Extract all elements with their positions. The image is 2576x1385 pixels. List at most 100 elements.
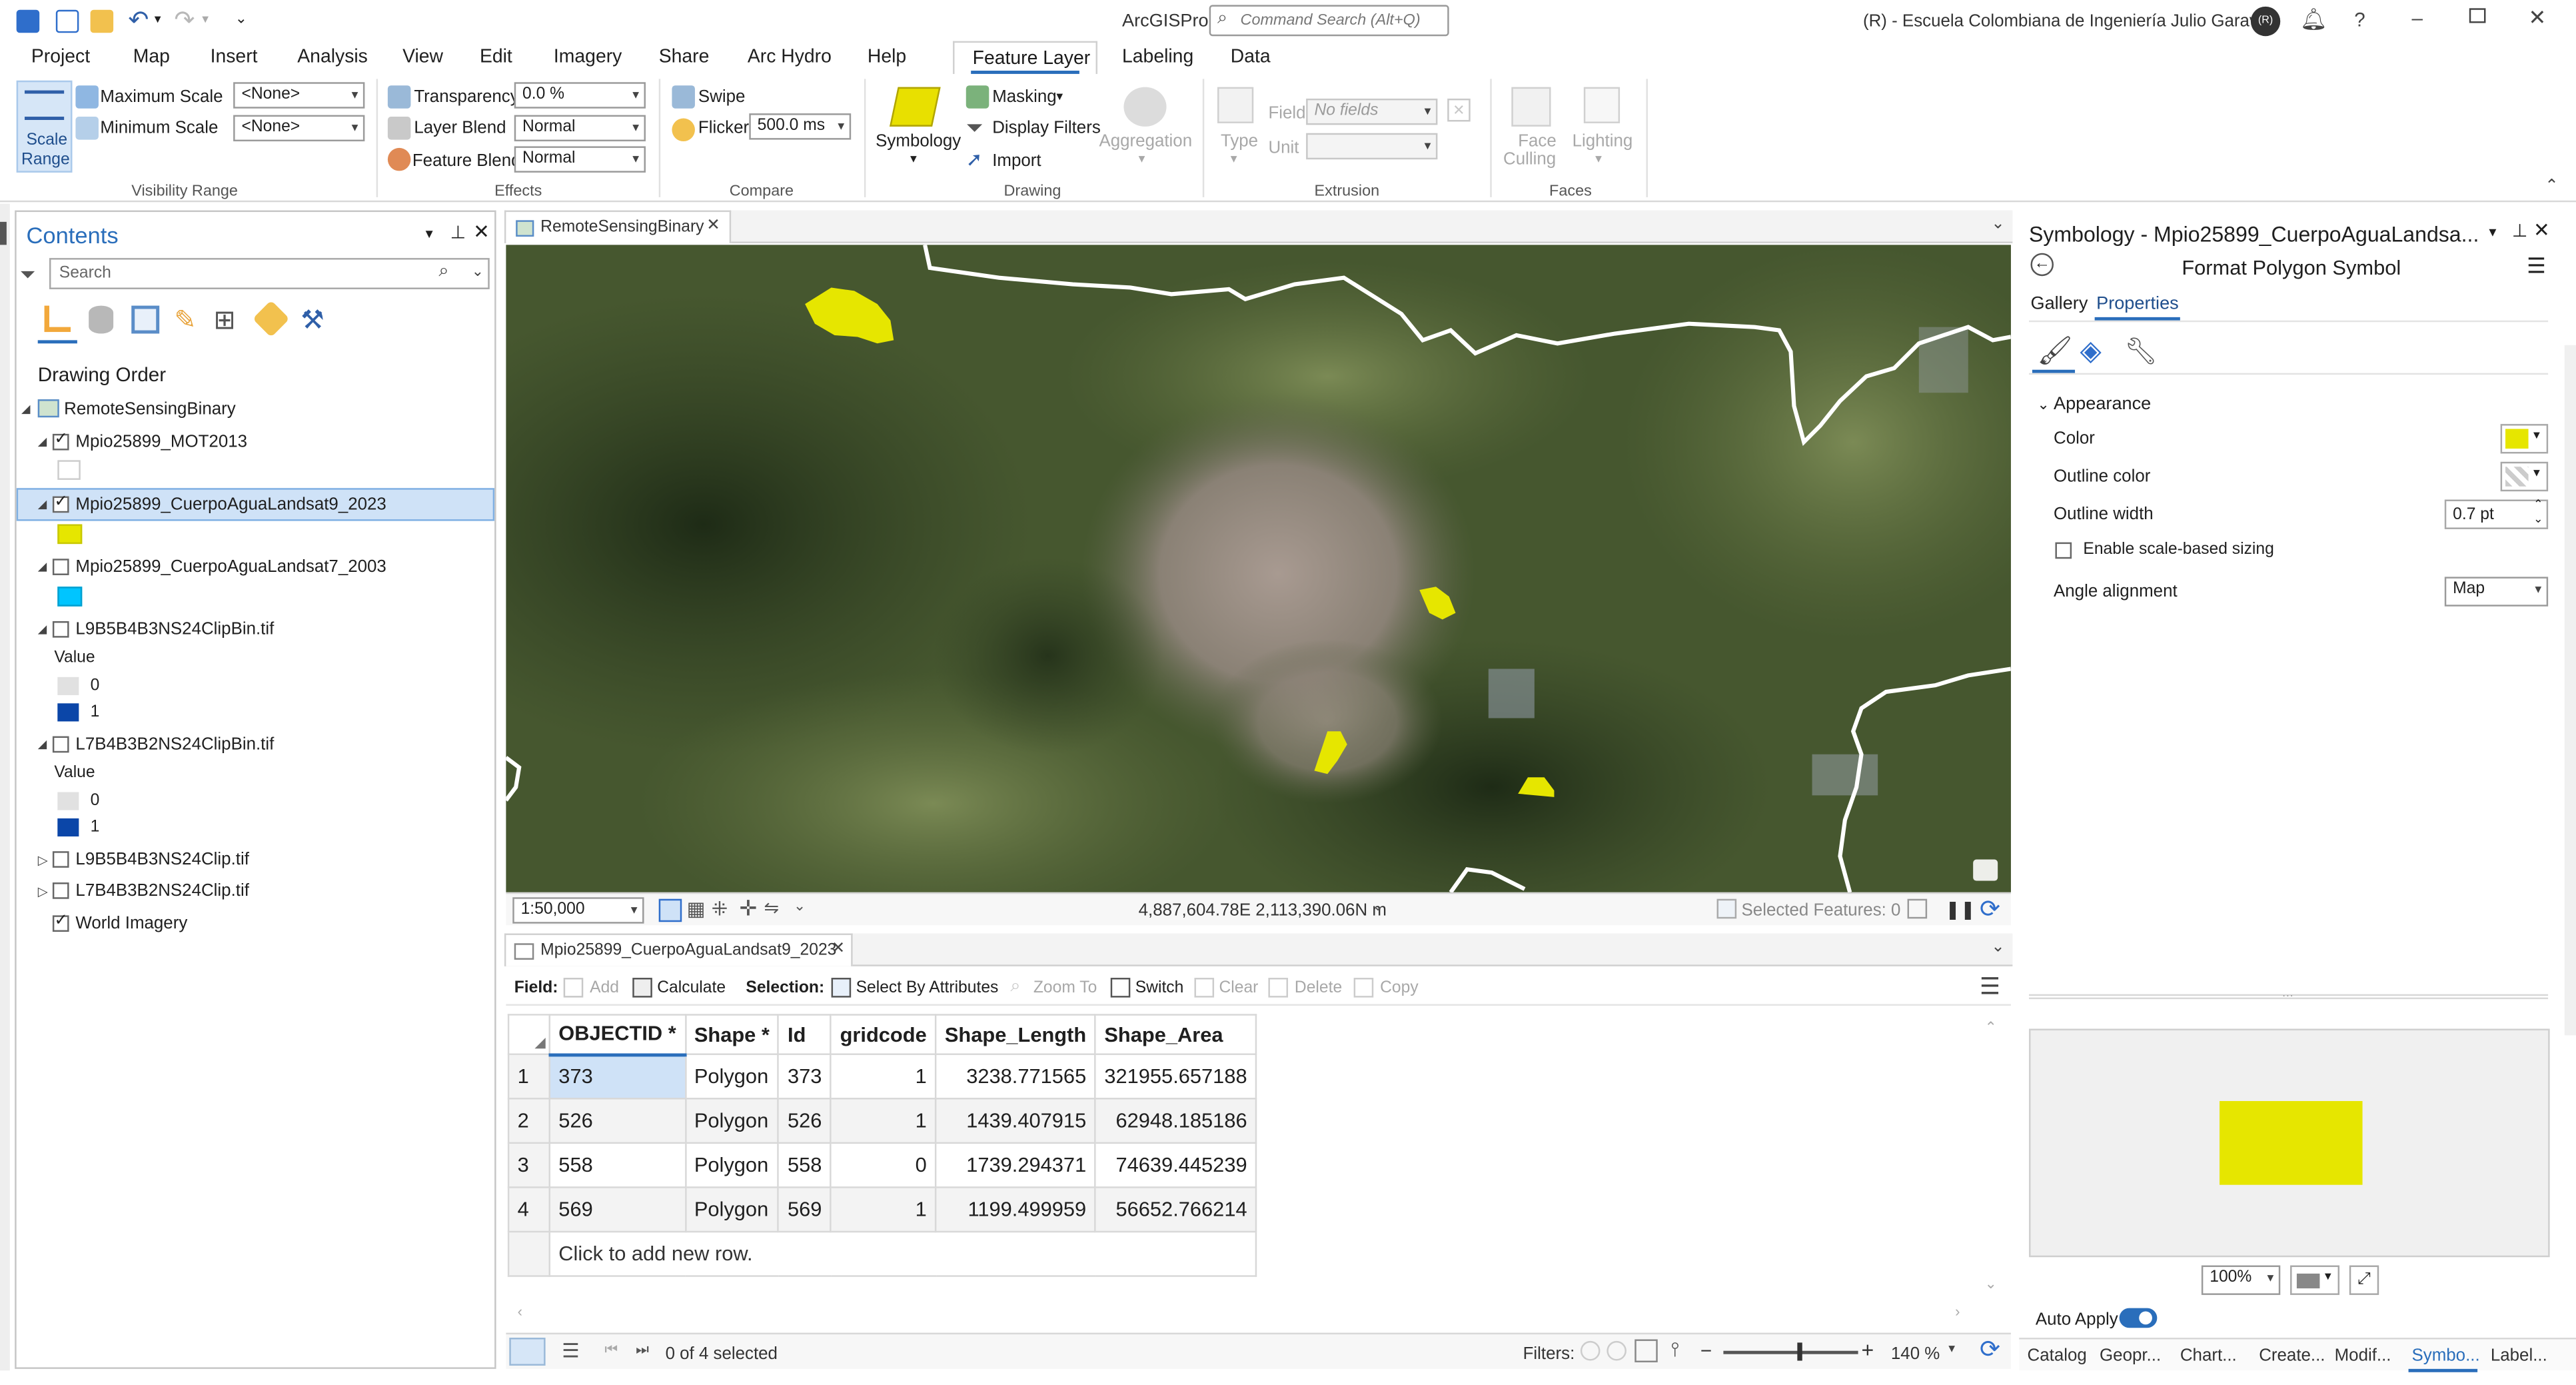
- swipe-label[interactable]: Swipe: [698, 87, 746, 107]
- tab-feature-layer-active[interactable]: Feature Layer: [953, 41, 1098, 76]
- outline-color-picker[interactable]: ▾: [2500, 461, 2549, 492]
- help-icon[interactable]: ?: [2354, 8, 2365, 31]
- display-filters-label[interactable]: Display Filters: [992, 119, 1101, 139]
- stepper-down-icon[interactable]: ⌄: [2533, 513, 2543, 526]
- back-arrow-icon[interactable]: ←: [2030, 253, 2054, 277]
- tab-gallery[interactable]: Gallery: [2030, 294, 2088, 314]
- column-header[interactable]: Id: [778, 1014, 832, 1055]
- navigation-icon[interactable]: ✛: [740, 896, 758, 922]
- chevron-down-icon[interactable]: ⌄: [794, 897, 806, 915]
- select-by-attributes-icon[interactable]: [831, 978, 852, 998]
- refresh-icon[interactable]: ⟳: [1980, 894, 2000, 924]
- map-tips-icon[interactable]: [1973, 859, 1998, 881]
- collapse-triangle-icon[interactable]: ◢: [38, 561, 47, 573]
- collapse-triangle-icon[interactable]: ◢: [38, 435, 47, 449]
- row-number[interactable]: 2: [507, 1098, 550, 1144]
- fixed-zoom-icon[interactable]: [658, 898, 682, 922]
- layer-visibility-checkbox[interactable]: [52, 736, 69, 753]
- collapse-triangle-icon[interactable]: ◢: [21, 403, 30, 416]
- close-icon[interactable]: ✕: [473, 220, 490, 243]
- list-by-editing-icon[interactable]: ✎: [174, 304, 196, 337]
- zoom-in-icon[interactable]: +: [1862, 1338, 1874, 1362]
- list-by-snapping-icon[interactable]: ⊞: [214, 304, 236, 337]
- table-cell[interactable]: Polygon: [684, 1098, 780, 1144]
- show-selected-records-icon[interactable]: ☰: [562, 1339, 580, 1362]
- scroll-down-icon[interactable]: ⌄: [1984, 1275, 1997, 1293]
- scroll-right-icon[interactable]: ›: [1955, 1303, 1960, 1320]
- calculate-icon[interactable]: [632, 978, 652, 998]
- color-picker[interactable]: ▾: [2500, 424, 2549, 454]
- show-all-records-icon[interactable]: [509, 1337, 546, 1366]
- undo-dropdown-icon[interactable]: ▾: [155, 11, 161, 26]
- new-project-icon[interactable]: [55, 9, 79, 33]
- enable-scale-sizing-checkbox[interactable]: [2055, 542, 2072, 559]
- tab-label-class[interactable]: Label...: [2491, 1346, 2547, 1366]
- tab-catalog[interactable]: Catalog: [2028, 1346, 2087, 1366]
- table-cell[interactable]: 558: [778, 1142, 832, 1188]
- tab-arc-hydro[interactable]: Arc Hydro: [748, 48, 832, 68]
- tab-modify-features[interactable]: Modif...: [2335, 1346, 2391, 1366]
- preview-background-picker[interactable]: ▾: [2290, 1265, 2340, 1295]
- table-cell[interactable]: 56652.766214: [1094, 1186, 1257, 1233]
- map-scale-dropdown[interactable]: 1:50,000: [512, 897, 644, 924]
- legend-swatch-empty[interactable]: [57, 460, 81, 480]
- layer-visibility-checkbox[interactable]: [52, 851, 69, 868]
- refresh-icon[interactable]: ⟳: [1980, 1334, 2000, 1364]
- table-cell[interactable]: 1: [830, 1098, 937, 1144]
- zoom-slider-thumb[interactable]: [1797, 1342, 1802, 1361]
- layer-name[interactable]: L9B5B4B3NS24Clip.tif: [75, 850, 249, 870]
- pane-options-icon[interactable]: ▾: [426, 225, 433, 243]
- select-by-attributes-button[interactable]: Select By Attributes: [856, 979, 999, 997]
- pin-icon[interactable]: ⊥: [450, 222, 466, 243]
- filter-table-icon[interactable]: [1634, 1339, 1658, 1362]
- close-icon[interactable]: ✕: [832, 940, 846, 958]
- tab-labeling[interactable]: Labeling: [1122, 48, 1193, 68]
- table-cell[interactable]: 1199.499959: [935, 1186, 1097, 1233]
- scale-range-button[interactable]: Scale Range: [16, 80, 73, 173]
- angle-alignment-dropdown[interactable]: Map: [2444, 577, 2549, 607]
- table-row[interactable]: 4 569 Polygon 569 1 1199.499959 56652.76…: [507, 1186, 1257, 1233]
- customize-toolbar-icon[interactable]: ⌄: [235, 10, 248, 28]
- masking-dropdown-icon[interactable]: ▾: [1056, 89, 1063, 103]
- list-by-selection-icon[interactable]: [131, 305, 160, 334]
- legend-swatch-yellow[interactable]: [57, 524, 83, 545]
- table-cell[interactable]: 1: [830, 1186, 937, 1233]
- display-filters-icon[interactable]: ⏷: [966, 115, 983, 141]
- tab-edit[interactable]: Edit: [480, 48, 512, 68]
- layer-visibility-checkbox[interactable]: [52, 493, 69, 513]
- map-canvas[interactable]: [506, 245, 2011, 892]
- maximum-scale-dropdown[interactable]: <None>: [233, 82, 365, 109]
- tab-map[interactable]: Map: [133, 48, 170, 68]
- column-header[interactable]: gridcode: [830, 1014, 937, 1055]
- table-cell[interactable]: 1439.407915: [935, 1098, 1097, 1144]
- coordinate-format-chevron-icon[interactable]: ⌄: [1372, 897, 1385, 915]
- layer-name[interactable]: L7B4B3B2NS24Clip.tif: [75, 881, 249, 901]
- add-row[interactable]: Click to add new row.: [507, 1230, 1257, 1277]
- table-cell[interactable]: 373: [778, 1053, 832, 1100]
- tab-symbology[interactable]: Symbo...: [2412, 1346, 2480, 1366]
- swipe-icon[interactable]: [672, 85, 695, 109]
- column-header[interactable]: OBJECTID *: [548, 1014, 686, 1056]
- import-icon[interactable]: ➚: [966, 148, 983, 171]
- layer-visibility-checkbox[interactable]: [52, 621, 69, 638]
- tab-properties[interactable]: Properties: [2096, 294, 2179, 314]
- enable-scale-sizing-label[interactable]: Enable scale-based sizing: [2083, 541, 2273, 559]
- switch-selection-button[interactable]: Switch: [1135, 979, 1184, 997]
- minimum-scale-dropdown[interactable]: <None>: [233, 115, 365, 142]
- open-project-icon[interactable]: [90, 9, 114, 33]
- tab-analysis[interactable]: Analysis: [297, 48, 368, 68]
- tab-help[interactable]: Help: [868, 48, 906, 68]
- attribute-table-tab[interactable]: Mpio25899_CuerpoAguaLandsat9_2023 ✕: [504, 933, 853, 966]
- pause-drawing-icon[interactable]: ❚❚: [1945, 899, 1975, 920]
- table-cell[interactable]: 1739.294371: [935, 1142, 1097, 1188]
- layer-name[interactable]: World Imagery: [75, 914, 187, 934]
- table-cell[interactable]: 526: [548, 1098, 686, 1144]
- preview-zoom-dropdown[interactable]: 100%: [2201, 1265, 2281, 1295]
- column-header[interactable]: Shape *: [684, 1014, 780, 1055]
- zoom-slider-track[interactable]: [1723, 1350, 1858, 1354]
- table-cell[interactable]: 569: [548, 1186, 686, 1233]
- chevron-down-icon[interactable]: ⌄: [1991, 938, 2005, 956]
- chevron-down-icon[interactable]: ⌄: [472, 263, 484, 281]
- scroll-up-icon[interactable]: ⌃: [1984, 1019, 1997, 1037]
- symbology-button[interactable]: Symbology ▾: [874, 81, 961, 176]
